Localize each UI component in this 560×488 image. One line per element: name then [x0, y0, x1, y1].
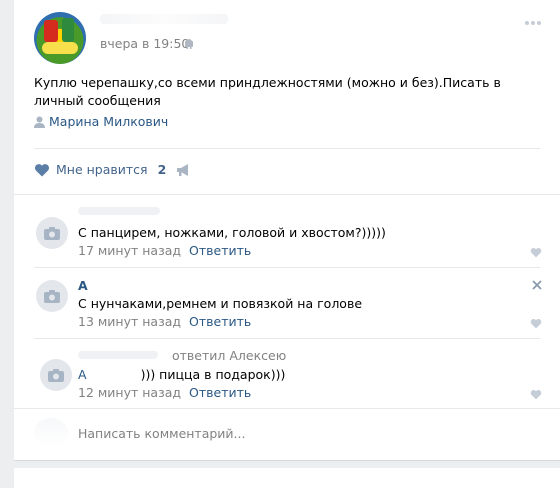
post-time[interactable]: вчера в 19:50: [100, 36, 189, 51]
signer-name: Марина Милкович: [49, 114, 169, 129]
heart-icon[interactable]: [530, 318, 542, 329]
reply-link[interactable]: Ответить: [189, 385, 251, 400]
commenter-avatar[interactable]: [36, 280, 68, 312]
community-avatar[interactable]: [34, 12, 86, 64]
author-name-redacted: [100, 14, 228, 24]
camera-icon: [48, 368, 64, 382]
reply-to-label[interactable]: ответил Алексею: [172, 348, 286, 363]
commenter-avatar[interactable]: [36, 217, 68, 249]
share-icon[interactable]: [176, 163, 192, 177]
post-signer[interactable]: Марина Милкович: [34, 114, 168, 129]
android-icon: [185, 39, 193, 49]
comment-text: А ))) пицца в подарок))): [78, 367, 285, 382]
close-icon[interactable]: [532, 280, 542, 290]
like-label: Мне нравится: [56, 162, 148, 177]
comment-body: ))) пицца в подарок))): [140, 367, 286, 382]
reply-mention[interactable]: А: [78, 367, 87, 382]
more-options-icon[interactable]: [524, 20, 542, 26]
redacted-name: [86, 369, 141, 382]
user-icon: [34, 116, 45, 128]
section-separator: [14, 194, 560, 195]
heart-icon[interactable]: [530, 389, 542, 400]
camera-icon: [44, 289, 60, 303]
heart-icon: [34, 163, 50, 176]
like-button[interactable]: Мне нравится 2: [34, 162, 166, 177]
post-card: вчера в 19:50 Куплю черепашку,со всеми п…: [14, 0, 560, 460]
commenter-name[interactable]: А: [78, 278, 88, 293]
own-avatar: [34, 418, 68, 448]
divider: [34, 148, 540, 149]
commenter-avatar[interactable]: [40, 359, 72, 391]
comment-separator: [34, 338, 540, 339]
heart-icon[interactable]: [530, 247, 542, 258]
comment-meta: 12 минут назад Ответить: [78, 385, 251, 400]
commenter-name-redacted: [78, 351, 158, 359]
comment-time[interactable]: 17 минут назад: [78, 243, 181, 258]
avatar-art: [44, 20, 58, 42]
comment-time[interactable]: 12 минут назад: [78, 385, 181, 400]
comment-text: С нунчаками,ремнем и повязкой на голове: [78, 296, 363, 311]
avatar-art: [42, 42, 78, 54]
comment-meta: 13 минут назад Ответить: [78, 314, 251, 329]
commenter-name-redacted: [78, 207, 160, 215]
comment-separator: [34, 267, 540, 268]
comment-text: С панцирем, ножками, головой и хвостом?)…: [78, 225, 386, 240]
camera-icon: [44, 226, 60, 240]
comment-input[interactable]: Написать комментарий...: [78, 426, 245, 441]
next-post-card: [14, 468, 560, 488]
section-separator: [14, 408, 560, 409]
comment-time[interactable]: 13 минут назад: [78, 314, 181, 329]
avatar-art: [62, 18, 74, 42]
reply-link[interactable]: Ответить: [189, 314, 251, 329]
comment-meta: 17 минут назад Ответить: [78, 243, 251, 258]
post-text: Куплю черепашку,со всеми приндлежностями…: [34, 75, 501, 108]
reply-link[interactable]: Ответить: [189, 243, 251, 258]
like-count: 2: [157, 162, 167, 177]
